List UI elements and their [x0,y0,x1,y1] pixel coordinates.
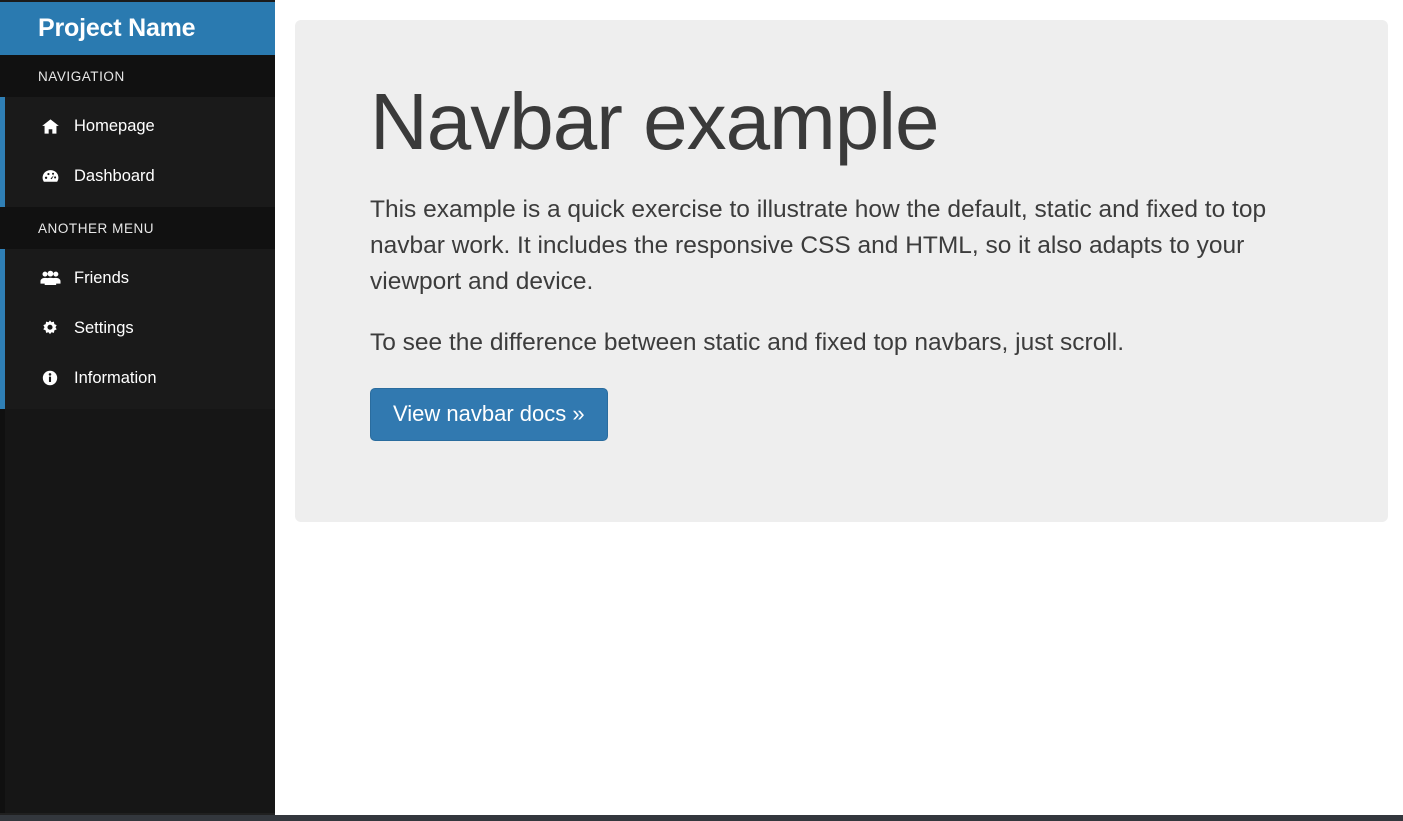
app-viewport: Project Name NAVIGATION Homepage Dashboa… [0,0,1403,821]
sidebar-item-label: Homepage [74,116,155,135]
view-navbar-docs-button[interactable]: View navbar docs » [370,388,608,442]
nav-section-header-navigation: NAVIGATION [0,55,275,97]
sidebar-item-dashboard[interactable]: Dashboard [0,151,275,201]
page-title: Navbar example [370,77,940,166]
sidebar-item-label: Settings [74,318,134,337]
users-icon [38,269,62,288]
nav-group-another-menu: Friends Settings Information [0,249,275,409]
main-content: Navbar example This example is a quick e… [275,0,1403,815]
sidebar-nav: NAVIGATION Homepage Dashboard ANOTHER ME… [0,55,275,815]
sidebar-brand[interactable]: Project Name [0,0,275,55]
info-circle-icon [38,369,62,387]
sidebar-item-settings[interactable]: Settings [0,303,275,353]
gear-icon [38,319,62,337]
window-bottom-bar [0,815,1403,821]
dashboard-gauge-icon [38,167,62,186]
sidebar-item-friends[interactable]: Friends [0,253,275,303]
nav-group-navigation: Homepage Dashboard [0,97,275,207]
intro-paragraph: This example is a quick exercise to illu… [370,196,1267,295]
sidebar: Project Name NAVIGATION Homepage Dashboa… [0,0,275,815]
jumbotron: Navbar example This example is a quick e… [295,20,1388,522]
home-icon [38,117,62,136]
nav-section-header-another-menu: ANOTHER MENU [0,207,275,249]
scroll-hint-paragraph: To see the difference between static and… [370,329,1125,357]
sidebar-item-homepage[interactable]: Homepage [0,101,275,151]
sidebar-item-label: Information [74,368,157,387]
sidebar-item-information[interactable]: Information [0,353,275,403]
sidebar-item-label: Dashboard [74,166,155,185]
sidebar-item-label: Friends [74,268,130,287]
